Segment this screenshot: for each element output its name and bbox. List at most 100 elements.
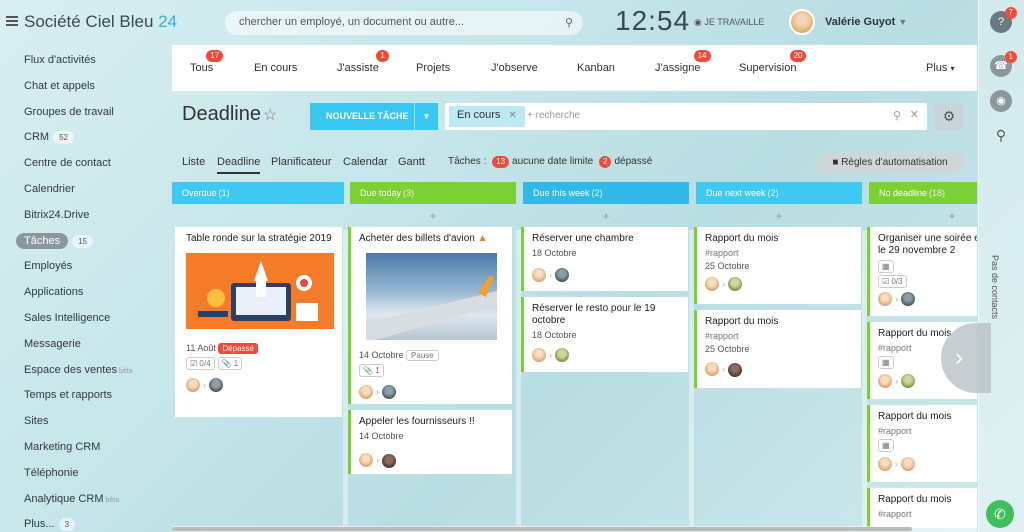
column-header[interactable]: Due today (3) bbox=[350, 182, 516, 204]
tab-more[interactable]: Plus ▾ bbox=[926, 62, 954, 74]
user-avatar[interactable] bbox=[789, 9, 815, 35]
close-icon[interactable]: ✕ bbox=[508, 110, 516, 121]
sidebar-item[interactable]: Applications bbox=[0, 282, 170, 308]
avatar[interactable] bbox=[359, 385, 373, 399]
gear-icon[interactable]: ⚙ bbox=[935, 103, 963, 130]
avatar[interactable] bbox=[382, 385, 396, 399]
search-icon[interactable]: ⚲ bbox=[990, 124, 1012, 146]
tab-supervision[interactable]: Supervision 20 bbox=[739, 50, 807, 74]
task-card[interactable]: Rapport du mois #rapport ▦ › bbox=[867, 405, 977, 482]
column-header[interactable]: Due next week (2) bbox=[696, 182, 862, 204]
sidebar-item[interactable]: Plus... 3 bbox=[0, 514, 170, 532]
view-gantt[interactable]: Gantt bbox=[398, 156, 425, 168]
column-header[interactable]: Overdue (1) bbox=[172, 182, 344, 204]
sidebar-item[interactable]: Marketing CRM bbox=[0, 437, 170, 463]
close-icon[interactable]: ✕ bbox=[910, 108, 919, 121]
menu-icon[interactable] bbox=[6, 16, 18, 26]
add-task-icon[interactable]: + bbox=[526, 209, 686, 223]
tab-assigning[interactable]: J'assigne 14 bbox=[655, 50, 711, 74]
add-task-icon[interactable]: + bbox=[872, 209, 1024, 223]
new-task-button[interactable]: NOUVELLE TÂCHE ▼ bbox=[310, 103, 438, 130]
avatar[interactable] bbox=[901, 457, 915, 471]
view-calendar[interactable]: Calendar bbox=[343, 156, 388, 168]
chevron-down-icon[interactable]: ▼ bbox=[414, 103, 438, 130]
automation-rules-button[interactable]: ■ Règles d'automatisation bbox=[815, 153, 965, 173]
sidebar-item-label: Temps et rapports bbox=[24, 389, 113, 402]
no-deadline-badge[interactable]: 13 bbox=[492, 156, 510, 168]
search-icon[interactable]: ⚲ bbox=[565, 16, 573, 29]
task-card[interactable]: Rapport du mois #rapport 25 Octobre › bbox=[694, 227, 861, 304]
star-icon[interactable]: ☆ bbox=[263, 105, 277, 125]
tab-kanban[interactable]: Kanban bbox=[577, 62, 615, 74]
sidebar-item[interactable]: Sales Intelligence bbox=[0, 308, 170, 334]
task-card[interactable]: Acheter des billets d'avion ▲ 14 Octobre… bbox=[348, 227, 512, 404]
sidebar-item[interactable]: Calendrier bbox=[0, 179, 170, 205]
tab-projects[interactable]: Projets bbox=[416, 62, 450, 74]
sidebar-item[interactable]: CRM 52 bbox=[0, 127, 170, 153]
task-card[interactable]: Organiser une soirée en le 29 novembre 2… bbox=[867, 227, 977, 316]
task-card[interactable]: Table ronde sur la stratégie 2019 11 Aoû… bbox=[175, 227, 342, 417]
horizontal-scrollbar[interactable] bbox=[172, 526, 977, 532]
avatar[interactable] bbox=[186, 378, 200, 392]
help-icon[interactable]: ? 7 bbox=[990, 7, 1017, 33]
bell-icon[interactable]: ☎ 1 bbox=[990, 51, 1017, 77]
avatar[interactable] bbox=[705, 277, 719, 291]
avatar[interactable] bbox=[359, 452, 373, 467]
avatar[interactable] bbox=[901, 292, 915, 306]
avatar[interactable] bbox=[382, 454, 396, 468]
avatar[interactable] bbox=[728, 277, 742, 291]
tab-assisting[interactable]: J'assiste 1 bbox=[337, 50, 389, 74]
global-search-input[interactable]: chercher un employé, un document ou autr… bbox=[225, 11, 583, 35]
sidebar-item[interactable]: Bitrix24.Drive bbox=[0, 205, 170, 231]
view-list[interactable]: Liste bbox=[182, 156, 205, 168]
sidebar-item[interactable]: Sites bbox=[0, 411, 170, 437]
sidebar-item[interactable]: Temps et rapports bbox=[0, 385, 170, 411]
overdue-badge[interactable]: 2 bbox=[599, 156, 612, 168]
user-menu[interactable]: Valérie Guyot ▼ bbox=[825, 16, 907, 28]
avatar[interactable] bbox=[705, 361, 719, 376]
avatar[interactable] bbox=[878, 374, 892, 388]
filter-search-input[interactable]: En cours ✕ + recherche ⚲ ✕ bbox=[445, 103, 927, 130]
sidebar-item[interactable]: Téléphonie bbox=[0, 463, 170, 489]
sidebar-item[interactable]: Flux d'activités bbox=[0, 50, 170, 76]
filter-chip[interactable]: En cours ✕ bbox=[449, 106, 525, 127]
chat-icon[interactable]: ◉ bbox=[990, 90, 1012, 112]
column-header[interactable]: No deadline (18) bbox=[869, 182, 977, 204]
task-card[interactable]: Rapport du mois #rapport bbox=[867, 488, 977, 528]
search-icon[interactable]: ⚲ bbox=[893, 109, 901, 122]
task-card[interactable]: Réserver le resto pour le 19 octobre 18 … bbox=[521, 297, 688, 372]
avatar[interactable] bbox=[728, 363, 742, 377]
sidebar-item[interactable]: Centre de contact bbox=[0, 153, 170, 179]
tab-all[interactable]: Tous 17 bbox=[190, 50, 224, 74]
sidebar-item[interactable]: Employés bbox=[0, 256, 170, 282]
task-card[interactable]: Appeler les fournisseurs !! 14 Octobre › bbox=[348, 410, 512, 474]
avatar[interactable] bbox=[878, 457, 892, 471]
task-card[interactable]: Rapport du mois #rapport 25 Octobre › bbox=[694, 310, 861, 388]
sidebar-item[interactable]: Analytique CRM bêta bbox=[0, 489, 170, 515]
tab-in-progress[interactable]: En cours bbox=[254, 62, 297, 74]
view-deadline[interactable]: Deadline bbox=[217, 156, 261, 174]
add-task-icon[interactable]: + bbox=[699, 209, 859, 223]
scrollbar-thumb[interactable] bbox=[172, 527, 912, 531]
sidebar-item[interactable]: Espace des ventes bêta bbox=[0, 360, 170, 386]
sidebar-item[interactable]: Chat et appels bbox=[0, 76, 170, 102]
task-card[interactable]: Réserver une chambre 18 Octobre › bbox=[521, 227, 688, 291]
view-planner[interactable]: Planificateur bbox=[271, 156, 332, 168]
tab-following[interactable]: J'observe bbox=[491, 62, 538, 74]
avatar[interactable] bbox=[878, 292, 892, 306]
notification-badge: 1 bbox=[1004, 51, 1017, 63]
avatar[interactable] bbox=[532, 348, 546, 362]
column-header[interactable]: Due this week (2) bbox=[523, 182, 689, 204]
brand-logo[interactable]: Société Ciel Bleu 24 bbox=[24, 12, 177, 32]
avatar[interactable] bbox=[555, 268, 569, 282]
avatar[interactable] bbox=[901, 374, 915, 388]
add-task-icon[interactable]: + bbox=[353, 209, 513, 223]
avatar[interactable] bbox=[532, 268, 546, 282]
phone-icon[interactable]: ✆ bbox=[986, 500, 1014, 528]
work-status[interactable]: ◉ JE TRAVAILLE bbox=[694, 17, 764, 28]
sidebar-item[interactable]: Tâches 15 bbox=[0, 231, 170, 257]
sidebar-item[interactable]: Messagerie bbox=[0, 334, 170, 360]
avatar[interactable] bbox=[209, 378, 223, 392]
sidebar-item[interactable]: Groupes de travail bbox=[0, 102, 170, 128]
avatar[interactable] bbox=[555, 348, 569, 362]
